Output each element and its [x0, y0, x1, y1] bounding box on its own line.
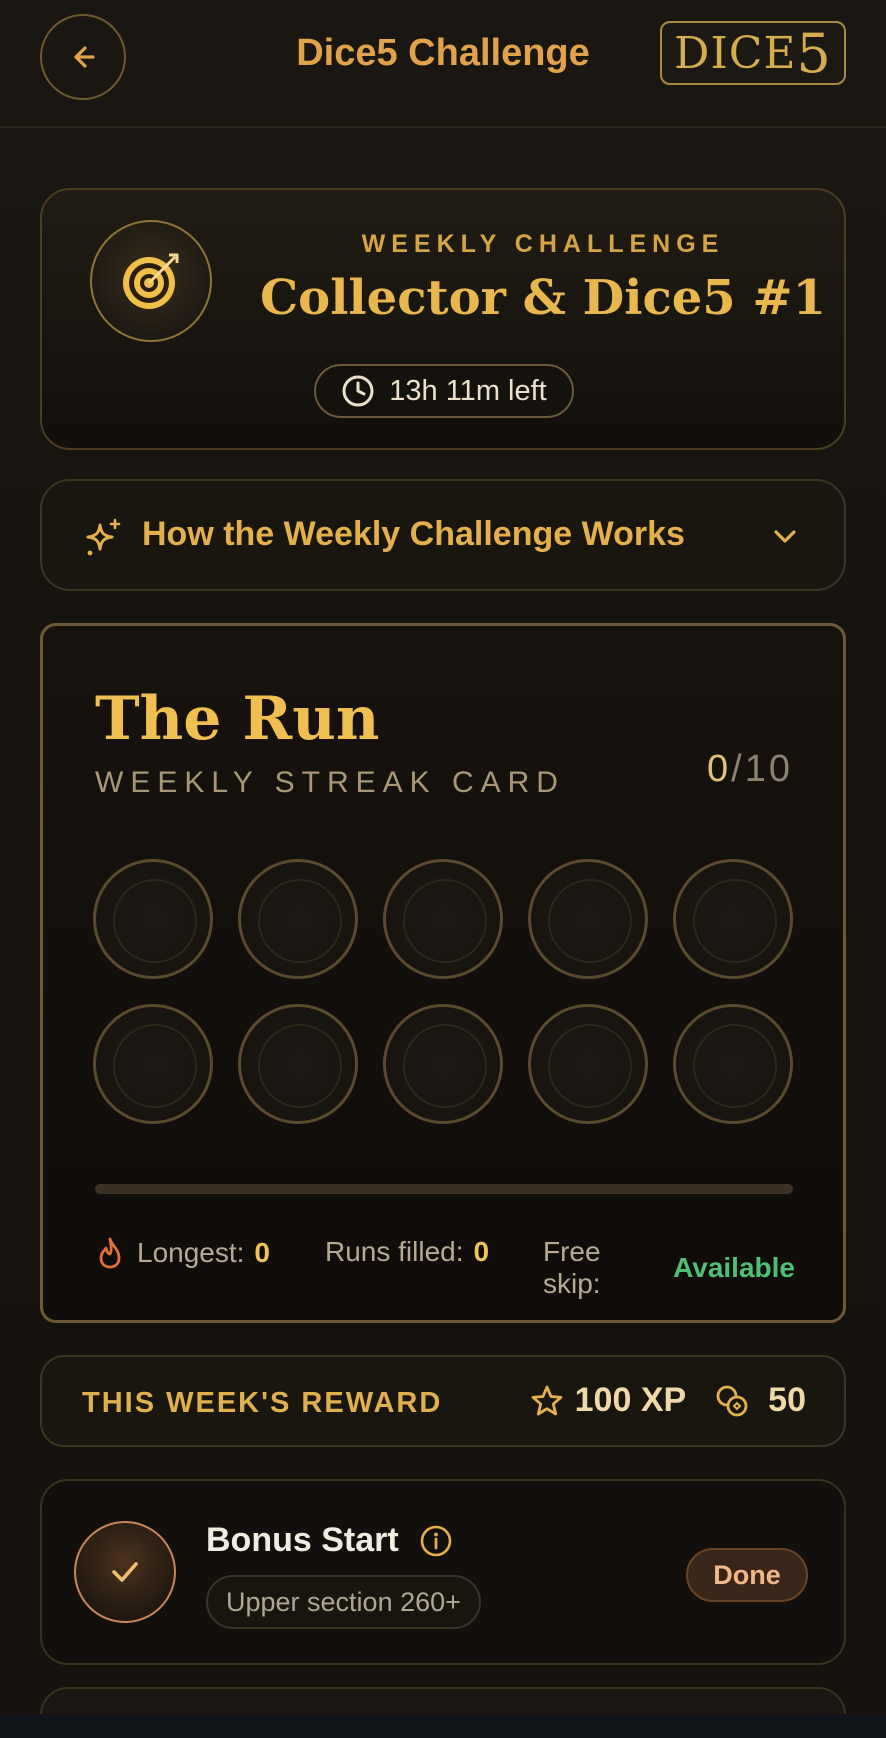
runs-filled-value: 0	[473, 1236, 490, 1267]
star-icon	[531, 1385, 563, 1415]
streak-card: The Run WEEKLY STREAK CARD 0/10 Longest:…	[40, 623, 846, 1323]
longest-value: 0	[254, 1237, 270, 1268]
next-card-partial	[40, 1687, 846, 1714]
streak-slot	[383, 1004, 503, 1124]
streak-slot	[238, 1004, 358, 1124]
free-skip-label: Free skip:	[543, 1236, 601, 1299]
completed-badge	[74, 1521, 176, 1623]
run-count: 0/10	[707, 748, 793, 791]
run-subtitle: WEEKLY STREAK CARD	[95, 766, 565, 799]
target-icon	[123, 253, 179, 309]
done-status-badge: Done	[686, 1548, 808, 1602]
run-title: The Run	[95, 684, 380, 754]
streak-slot	[528, 1004, 648, 1124]
streak-slot	[93, 859, 213, 979]
how-it-works-toggle[interactable]: How the Weekly Challenge Works	[40, 479, 846, 591]
bonus-title: Bonus Start	[206, 1521, 399, 1559]
system-nav-strip	[0, 1714, 886, 1738]
bonus-title-row: Bonus Start	[206, 1521, 453, 1560]
runs-filled-label: Runs filled:	[325, 1236, 464, 1267]
xp-reward: 100 XP	[529, 1381, 687, 1420]
coin-value: 50	[768, 1381, 806, 1419]
logo-text: DICE	[674, 27, 797, 79]
longest-label: Longest:	[137, 1237, 245, 1268]
chevron-down-icon	[774, 530, 796, 543]
checkmark-icon	[112, 1562, 138, 1582]
xp-value: 100 XP	[574, 1381, 687, 1419]
bonus-requirement: Upper section 260+	[206, 1575, 481, 1629]
run-count-current: 0	[707, 748, 732, 790]
time-left-text: 13h 11m left	[389, 374, 547, 407]
bonus-start-card: Bonus Start Upper section 260+ Done	[40, 1479, 846, 1665]
top-bar: Dice5 Challenge DICE 5	[0, 0, 886, 128]
coins-icon	[716, 1385, 748, 1416]
weekly-challenge-card: WEEKLY CHALLENGE Collector & Dice5 #1 13…	[40, 188, 846, 450]
how-it-works-label: How the Weekly Challenge Works	[142, 515, 685, 553]
challenge-label: WEEKLY CHALLENGE	[361, 230, 725, 258]
challenge-title: Collector & Dice5 #1	[259, 270, 827, 326]
clock-icon	[342, 375, 374, 407]
streak-slot	[528, 859, 648, 979]
target-badge	[90, 220, 212, 342]
time-left-badge: 13h 11m left	[314, 364, 574, 418]
free-skip-value: Available	[673, 1252, 795, 1283]
reward-items: 100 XP 50	[529, 1381, 806, 1420]
free-skip-stat: Free skip: Available	[543, 1236, 795, 1300]
coin-reward: 50	[714, 1381, 806, 1420]
runs-filled-stat: Runs filled: 0	[325, 1236, 489, 1268]
flame-icon	[99, 1237, 121, 1269]
longest-stat: Longest: 0	[95, 1236, 270, 1270]
streak-slot	[383, 859, 503, 979]
run-count-total: /10	[731, 748, 793, 790]
reward-label: THIS WEEK'S REWARD	[82, 1387, 443, 1419]
app-root: Dice5 Challenge DICE 5 WEEKLY CHALLENGE C…	[0, 0, 886, 1714]
streak-slot	[238, 859, 358, 979]
streak-progress-bar	[95, 1184, 793, 1194]
weekly-reward-card: THIS WEEK'S REWARD 100 XP 50	[40, 1355, 846, 1447]
sparkles-icon	[86, 518, 121, 556]
info-icon[interactable]	[419, 1524, 453, 1558]
streak-slot	[673, 1004, 793, 1124]
streak-stats: Longest: 0 Runs filled: 0 Free skip: Availa…	[95, 1236, 795, 1299]
dice5-logo: DICE 5	[660, 21, 846, 85]
logo-digit: 5	[796, 21, 832, 85]
streak-slot	[673, 859, 793, 979]
streak-slot	[93, 1004, 213, 1124]
